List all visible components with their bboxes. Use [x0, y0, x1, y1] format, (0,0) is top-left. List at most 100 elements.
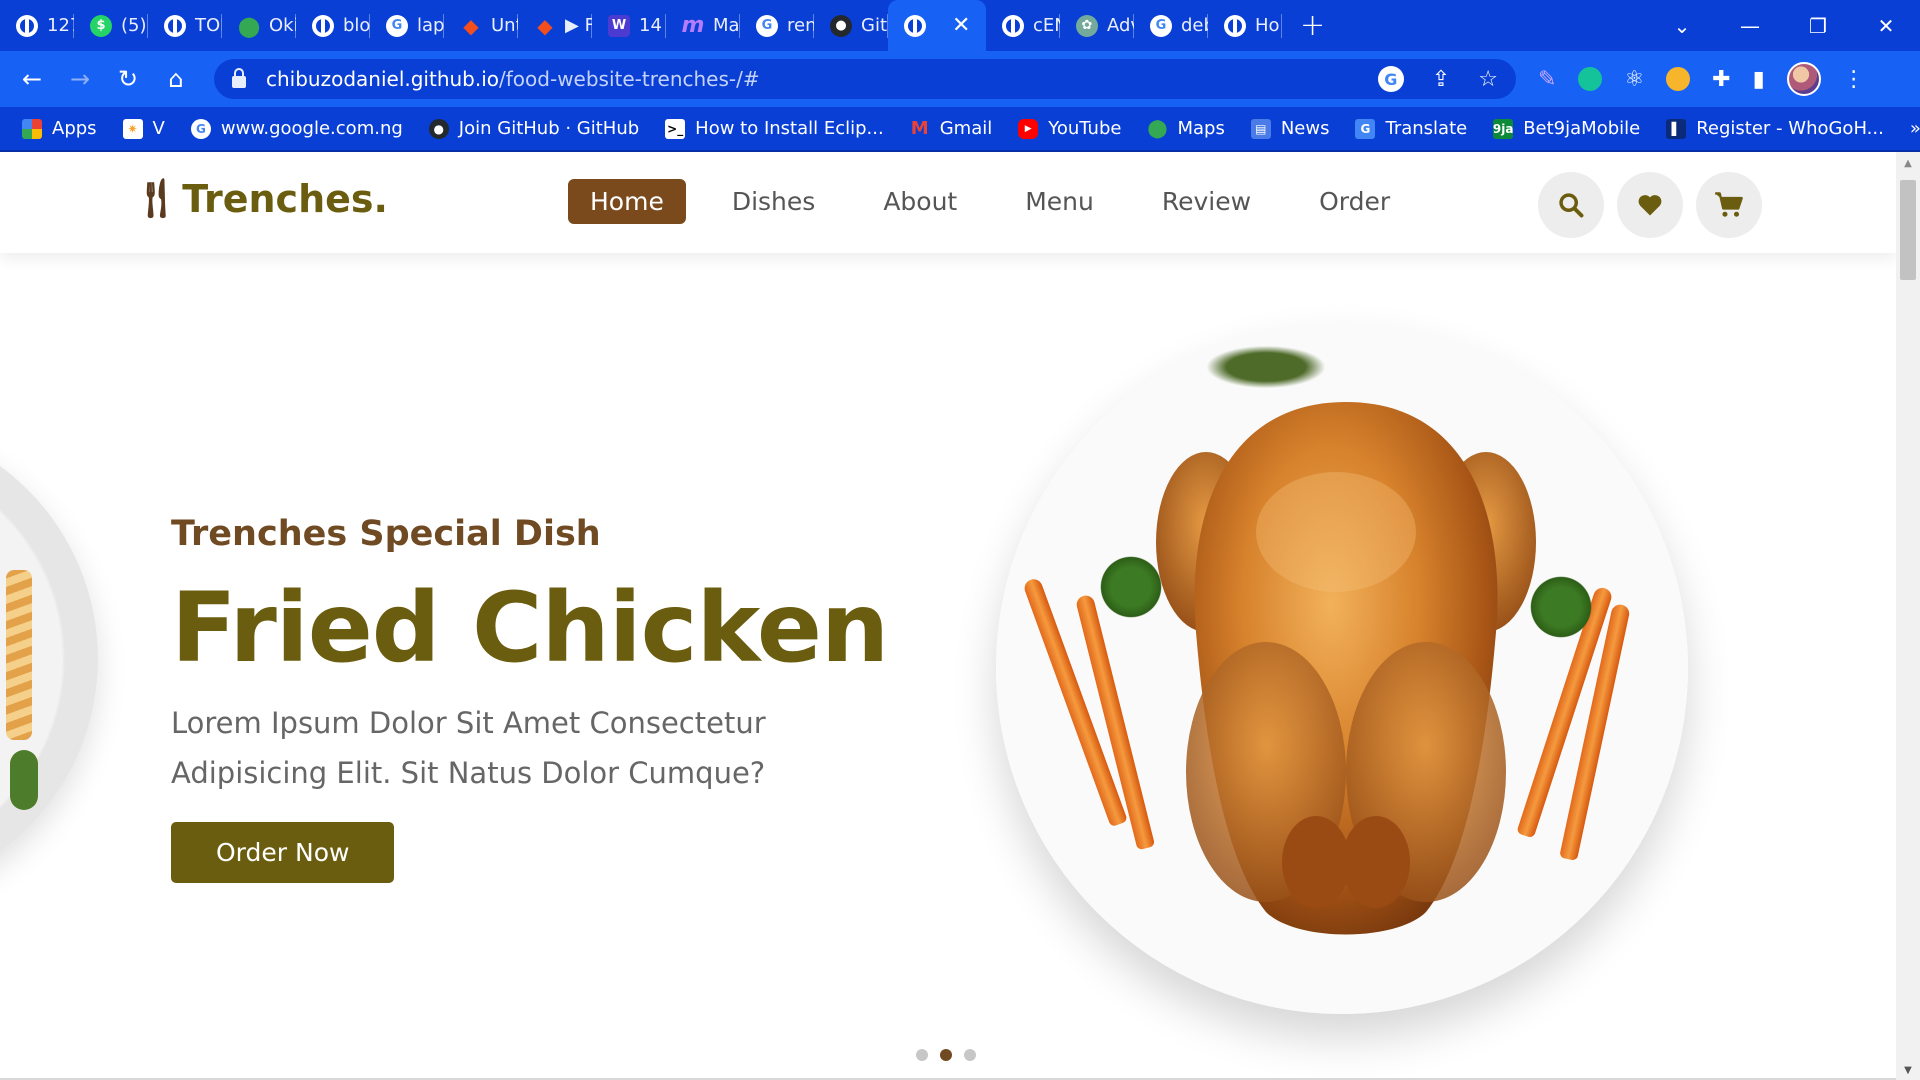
header-icons	[1538, 172, 1762, 238]
browser-tab[interactable]: TOI	[148, 0, 222, 51]
bookmark-translate[interactable]: G Translate	[1355, 118, 1467, 139]
youtube-icon: ▶	[1018, 118, 1039, 139]
browser-tab[interactable]: Gren	[740, 0, 814, 51]
globe-icon	[1224, 14, 1246, 37]
slider-pagination	[916, 1049, 976, 1061]
google-icon: G	[756, 14, 778, 37]
thyme-garnish	[1196, 342, 1336, 392]
browser-tab[interactable]: Glapt	[370, 0, 444, 51]
url-path: /food-website-trenches-/#	[499, 67, 760, 91]
whatsapp-icon: $	[90, 14, 112, 37]
google-icon: G	[1150, 14, 1172, 37]
new-tab-icon[interactable]: +	[1282, 8, 1343, 43]
tab-search-icon[interactable]: ⌄	[1648, 14, 1716, 38]
heart-icon[interactable]	[1617, 172, 1683, 238]
minimize-icon[interactable]: —	[1716, 14, 1784, 38]
google-lens-icon[interactable]: G	[1377, 66, 1404, 92]
bookmark-maps[interactable]: ⬤ Maps	[1147, 118, 1224, 139]
hero-slide-content: Trenches Special Dish Fried Chicken Lore…	[171, 514, 889, 883]
slider-dot-active[interactable]	[940, 1049, 952, 1061]
browser-menu-icon[interactable]: ⋮	[1843, 67, 1865, 92]
search-icon[interactable]	[1538, 172, 1604, 238]
bet9ja-icon: 9ja	[1493, 118, 1513, 139]
page-scrollbar[interactable]: ▲ ▼	[1896, 152, 1920, 1080]
bookmark-youtube[interactable]: ▶ YouTube	[1018, 118, 1121, 139]
react-devtools-icon[interactable]: ⚛	[1624, 67, 1644, 92]
cart-icon[interactable]	[1696, 172, 1762, 238]
browser-tab[interactable]: blo	[296, 0, 370, 51]
figma-icon: ◆	[463, 13, 479, 38]
close-tab-icon[interactable]: ✕	[952, 13, 970, 38]
roast-chicken	[1156, 402, 1536, 935]
browser-tab[interactable]: Ho	[1208, 0, 1282, 51]
profile-avatar[interactable]	[1786, 62, 1821, 96]
globe-icon	[1002, 14, 1024, 37]
bookmark-eclipse[interactable]: >_ How to Install Eclip...	[665, 118, 884, 139]
lock-icon[interactable]	[232, 68, 246, 88]
back-icon[interactable]: ←	[8, 65, 56, 93]
bookmark-apps[interactable]: Apps	[22, 118, 97, 139]
globe-icon	[164, 14, 186, 37]
bookmark-github[interactable]: ● Join GitHub · GitHub	[428, 118, 639, 139]
bookmarks-bar: Apps ✷ V Gwww.google.com.ng ● Join GitHub …	[0, 107, 1920, 152]
nav-order[interactable]: Order	[1297, 179, 1412, 224]
address-bar[interactable]: chibuzodaniel.github.io/food-website-tre…	[214, 59, 1516, 99]
browser-tab-bar: 127 $(5) TOI ⬤Oki blo Glapt ◆Unt ◆▶ F W1…	[0, 0, 1920, 51]
browser-tab[interactable]: ◆Unt	[444, 0, 518, 51]
home-icon[interactable]: ⌂	[152, 65, 200, 93]
scrollbar-thumb[interactable]	[1900, 180, 1916, 280]
chatgpt-icon: ✿	[1076, 14, 1098, 37]
browser-tab[interactable]: ● Git	[814, 0, 888, 51]
news-icon: ▤	[1250, 118, 1271, 139]
more-bookmarks-icon[interactable]: »	[1910, 118, 1920, 139]
close-window-icon[interactable]: ✕	[1852, 14, 1920, 38]
slider-dot[interactable]	[916, 1049, 928, 1061]
share-icon[interactable]: ⇪	[1432, 67, 1450, 92]
slider-dot[interactable]	[964, 1049, 976, 1061]
bookmark-gmail[interactable]: M Gmail	[910, 118, 992, 139]
browser-tab[interactable]: ✿Adv	[1060, 0, 1134, 51]
reload-icon[interactable]: ↻	[104, 65, 152, 93]
browser-tab[interactable]: ⬤ Oki	[222, 0, 296, 51]
bookmark-google[interactable]: Gwww.google.com.ng	[190, 118, 403, 139]
google-icon: G	[190, 118, 211, 139]
bookmark-bet9ja[interactable]: 9ja Bet9jaMobile	[1493, 118, 1640, 139]
bookmark-star-icon[interactable]: ☆	[1478, 67, 1498, 92]
google-icon: G	[386, 14, 408, 37]
bookmark-news[interactable]: ▤ News	[1250, 118, 1329, 139]
nav-home[interactable]: Home	[568, 179, 686, 224]
browser-tab[interactable]: $ (5)	[74, 0, 148, 51]
forward-icon[interactable]: →	[56, 65, 104, 93]
grammarly-icon[interactable]	[1578, 67, 1603, 91]
feather-extension-icon[interactable]: ✎	[1538, 67, 1556, 92]
fried-chicken-image	[996, 322, 1688, 1014]
browser-tab[interactable]: cEN	[986, 0, 1060, 51]
m-icon: m	[681, 13, 705, 38]
browser-tab[interactable]: W 14	[592, 0, 666, 51]
browser-tab[interactable]: ◆ ▶ F	[518, 0, 592, 51]
nav-review[interactable]: Review	[1140, 179, 1273, 224]
nav-menu[interactable]: Menu	[1003, 179, 1116, 224]
nav-dishes[interactable]: Dishes	[710, 179, 837, 224]
logo-text: Trenches.	[182, 176, 388, 221]
order-now-button[interactable]: Order Now	[171, 822, 395, 883]
browser-tab[interactable]: 127	[0, 0, 74, 51]
extension-orange-icon[interactable]	[1666, 67, 1691, 91]
site-logo[interactable]: 🍴︎ Trenches.	[132, 176, 388, 221]
globe-icon	[312, 14, 334, 37]
bookmark-v[interactable]: ✷ V	[122, 118, 165, 139]
browser-tab[interactable]: m Ma	[666, 0, 740, 51]
previous-slide-plate-image	[0, 420, 98, 898]
nav-about[interactable]: About	[861, 179, 979, 224]
scroll-down-icon[interactable]: ▼	[1896, 1065, 1920, 1076]
fork-knife-icon: 🍴︎	[132, 176, 181, 220]
scroll-up-icon[interactable]: ▲	[1896, 158, 1920, 169]
restore-icon[interactable]: ❐	[1784, 14, 1852, 38]
github-icon: ●	[830, 14, 852, 37]
side-panel-icon[interactable]: ▮	[1753, 67, 1765, 92]
bookmark-whogohost[interactable]: ▌ Register - WhoGoH...	[1666, 118, 1884, 139]
browser-tab-active[interactable]: ✕	[888, 0, 986, 51]
browser-toolbar: ← → ↻ ⌂ chibuzodaniel.github.io/food-web…	[0, 51, 1920, 107]
browser-tab[interactable]: Gdeb	[1134, 0, 1208, 51]
extensions-puzzle-icon[interactable]: ✚	[1712, 67, 1730, 92]
